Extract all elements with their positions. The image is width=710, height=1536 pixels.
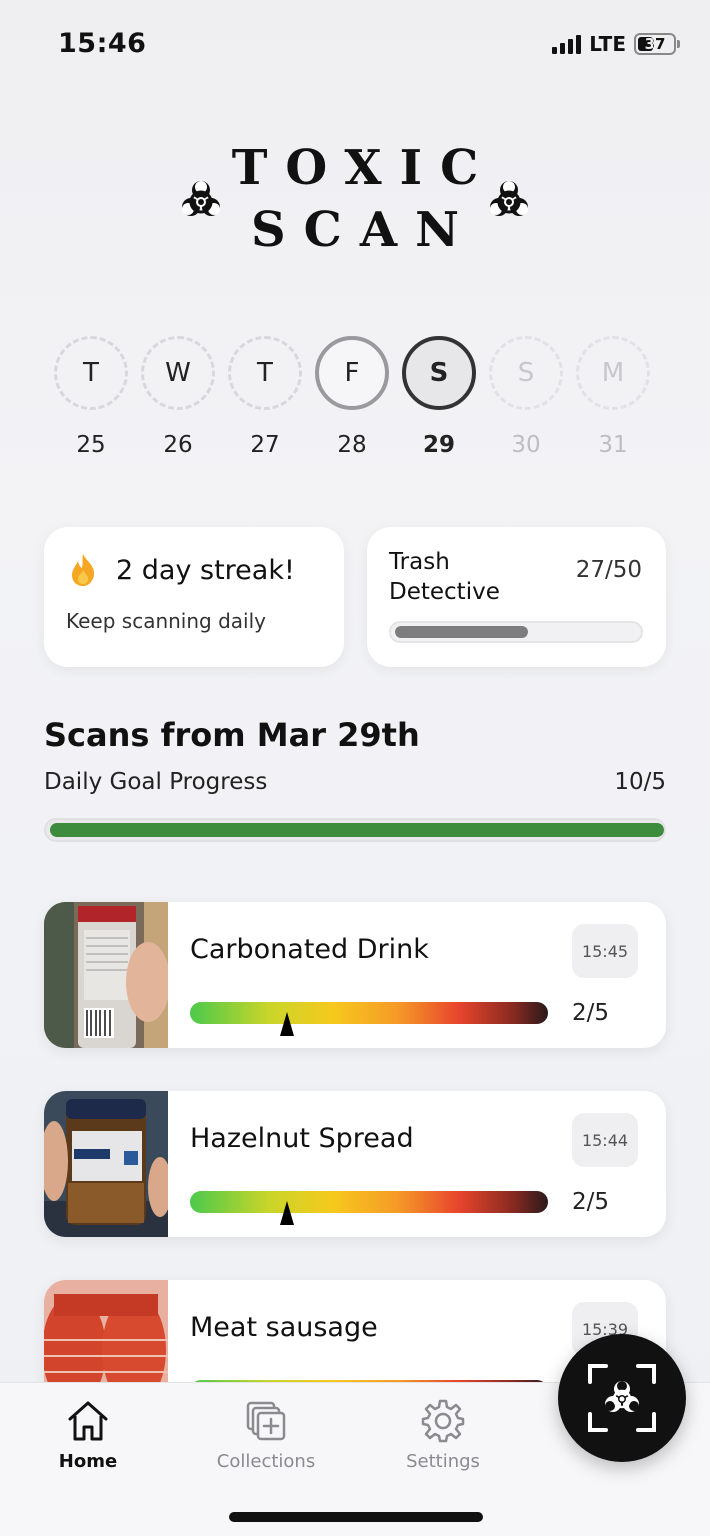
day-date: 26	[163, 432, 193, 458]
daily-goal-progress-fill	[50, 823, 664, 837]
rating-pointer	[280, 1012, 294, 1036]
day-date: 28	[337, 432, 367, 458]
home-indicator	[229, 1512, 483, 1522]
day-date: 25	[76, 432, 106, 458]
day-letter: T	[54, 336, 128, 410]
scan-button[interactable]	[558, 1334, 686, 1462]
achievement-count: 27/50	[575, 557, 642, 583]
nav-collections-label: Collections	[216, 1451, 316, 1472]
day-item[interactable]: M 31	[576, 336, 650, 458]
home-icon	[68, 1401, 108, 1441]
week-selector: T 25 W 26 T 27 F 28 S 29 S 30 M 31	[54, 336, 654, 466]
scan-time-badge: 15:45	[572, 924, 638, 978]
toxicity-rating-bar	[190, 1002, 548, 1024]
scan-product-name: Carbonated Drink	[190, 934, 429, 965]
rating-pointer	[280, 1201, 294, 1225]
product-thumbnail	[44, 1091, 168, 1237]
scan-list-item[interactable]: Hazelnut Spread 15:44 2/5	[44, 1091, 666, 1237]
achievement-title: Trash Detective	[389, 549, 500, 605]
day-date: 29	[422, 432, 455, 458]
nav-collections[interactable]: Collections	[196, 1397, 336, 1472]
collections-icon	[246, 1401, 286, 1441]
day-letter: W	[141, 336, 215, 410]
scan-score: 2/5	[572, 1000, 610, 1026]
status-icons: LTE 37	[552, 32, 680, 56]
status-time: 15:46	[58, 28, 147, 59]
achievement-progress-fill	[395, 626, 528, 638]
day-date: 31	[598, 432, 628, 458]
achievement-card[interactable]: Trash Detective 27/50	[367, 527, 666, 667]
day-letter: T	[228, 336, 302, 410]
day-item[interactable]: W 26	[141, 336, 215, 458]
day-item[interactable]: S 30	[489, 336, 563, 458]
day-item[interactable]: F 28	[315, 336, 389, 458]
day-letter: S	[489, 336, 563, 410]
product-thumbnail	[44, 902, 168, 1048]
toxicity-rating-bar	[190, 1191, 548, 1213]
nav-home-label: Home	[58, 1451, 118, 1472]
day-item[interactable]: T 25	[54, 336, 128, 458]
nav-settings-label: Settings	[406, 1451, 480, 1472]
logo-text-line1: TOXIC	[231, 140, 497, 196]
streak-subtitle: Keep scanning daily	[66, 609, 266, 633]
scan-score: 2/5	[572, 1189, 610, 1215]
gear-icon	[421, 1399, 465, 1443]
flame-icon	[72, 554, 95, 586]
battery-icon: 37	[634, 33, 680, 55]
logo-text-line2: SCAN	[251, 202, 477, 258]
day-item[interactable]: T 27	[228, 336, 302, 458]
scan-product-name: Meat sausage	[190, 1312, 378, 1343]
day-date: 27	[250, 432, 280, 458]
daily-goal-count: 10/5	[614, 769, 666, 795]
day-letter: M	[576, 336, 650, 410]
day-letter: F	[315, 336, 389, 410]
day-letter: S	[402, 336, 476, 410]
streak-title: 2 day streak!	[116, 555, 295, 586]
scan-list-item[interactable]: Carbonated Drink 15:45 2/5	[44, 902, 666, 1048]
scan-time-badge: 15:44	[572, 1113, 638, 1167]
scan-product-name: Hazelnut Spread	[190, 1123, 414, 1154]
daily-goal-label: Daily Goal Progress	[44, 769, 268, 795]
nav-settings[interactable]: Settings	[373, 1397, 513, 1472]
scan-biohazard-icon	[588, 1364, 656, 1432]
biohazard-icon	[490, 181, 528, 216]
app-logo: TOXIC SCAN	[0, 140, 710, 260]
day-date: 30	[511, 432, 541, 458]
day-item-selected[interactable]: S 29	[402, 336, 476, 458]
nav-home[interactable]: Home	[18, 1397, 158, 1472]
achievement-progress-bar	[389, 621, 643, 643]
network-label: LTE	[589, 32, 626, 56]
scans-section-title: Scans from Mar 29th	[44, 716, 420, 754]
signal-icon	[552, 34, 582, 54]
streak-card[interactable]: 2 day streak! Keep scanning daily	[44, 527, 344, 667]
daily-goal-progress-bar	[44, 818, 666, 842]
battery-level: 37	[644, 35, 666, 53]
